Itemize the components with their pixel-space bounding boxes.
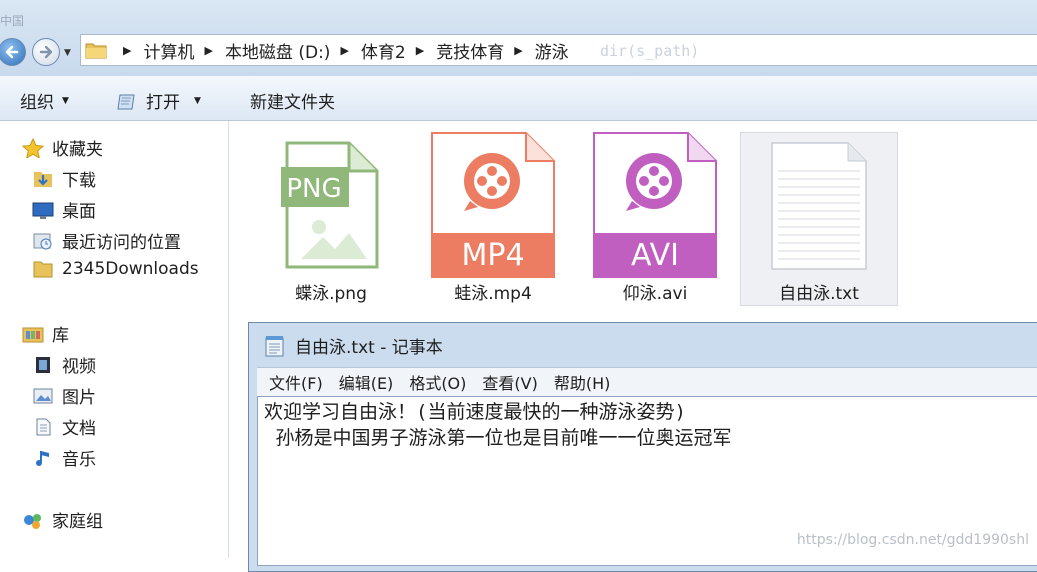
avi-file-icon: AVI <box>593 132 717 278</box>
forward-button[interactable] <box>32 38 60 66</box>
file-item-breaststroke-mp4[interactable]: MP4 蛙泳.mp4 <box>415 132 571 305</box>
breadcrumb-label: 计算机 <box>143 42 195 63</box>
command-bar: 组织 ▼ 打开 ▼ 新建文件夹 <box>0 76 1037 121</box>
sidebar-item-recent-places[interactable]: 最近访问的位置 <box>32 228 181 253</box>
new-folder-label: 新建文件夹 <box>250 93 335 113</box>
breadcrumb-label: 体育2 <box>360 42 406 63</box>
sidebar-item-downloads[interactable]: 下载 <box>32 166 96 191</box>
breadcrumb-label: 本地磁盘 (D:) <box>224 42 331 63</box>
sidebar-item-label: 最近访问的位置 <box>62 233 181 253</box>
sidebar-item-music[interactable]: 音乐 <box>32 445 96 470</box>
sidebar-item-favorites[interactable]: 收藏夹 <box>22 135 103 160</box>
sidebar-item-documents[interactable]: 文档 <box>32 414 96 439</box>
notepad-titlebar[interactable]: 自由泳.txt - 记事本 <box>263 333 443 358</box>
desktop-icon <box>32 202 54 219</box>
png-file-icon: PNG <box>281 141 379 269</box>
sidebar-item-libraries[interactable]: 库 <box>22 321 69 346</box>
sidebar-item-label: 下载 <box>62 171 96 191</box>
sidebar-item-label: 音乐 <box>62 450 96 470</box>
navigation-pane: 收藏夹 下载 桌面 最近访问的位置 2345Downloads 库 视频 图片 … <box>0 121 229 558</box>
chevron-right-icon[interactable]: ▶ <box>340 44 348 57</box>
library-icon <box>22 327 44 342</box>
notepad-menubar: 文件(F) 编辑(E) 格式(O) 查看(V) 帮助(H) <box>257 367 1037 396</box>
chevron-right-icon[interactable]: ▶ <box>514 44 522 57</box>
sidebar-item-homegroup[interactable]: 家庭组 <box>22 507 103 532</box>
sidebar-item-label: 家庭组 <box>52 512 103 532</box>
file-name: 蝶泳.png <box>295 284 367 304</box>
sidebar-item-label: 库 <box>52 326 69 346</box>
chevron-right-icon[interactable]: ▶ <box>416 44 424 57</box>
sidebar-item-label: 文档 <box>62 419 96 439</box>
arrow-left-icon <box>5 45 19 59</box>
open-menu[interactable]: 打开 ▼ <box>116 88 201 113</box>
chevron-right-icon[interactable]: ▶ <box>123 44 131 57</box>
sidebar-item-label: 桌面 <box>62 202 96 222</box>
video-library-icon <box>36 356 50 373</box>
chevron-down-icon: ▼ <box>194 95 201 106</box>
homegroup-icon <box>24 513 41 529</box>
file-item-freestyle-txt[interactable]: 自由泳.txt <box>740 132 898 306</box>
document-library-icon <box>36 418 51 435</box>
back-button[interactable] <box>0 38 26 66</box>
sidebar-item-videos[interactable]: 视频 <box>32 352 96 377</box>
notepad-icon <box>265 335 284 356</box>
breadcrumb-computer[interactable]: ▶ 计算机 <box>113 38 194 63</box>
sidebar-item-label: 图片 <box>62 388 96 408</box>
menu-file[interactable]: 文件(F) <box>269 370 323 394</box>
breadcrumb-label: 竞技体育 <box>436 42 505 63</box>
file-name: 仰泳.avi <box>622 284 688 304</box>
sidebar-item-label: 收藏夹 <box>52 140 103 160</box>
folder-icon <box>85 43 107 59</box>
recent-places-icon <box>33 233 52 249</box>
sidebar-item-desktop[interactable]: 桌面 <box>32 197 96 222</box>
breadcrumb-swimming[interactable]: ▶ 游泳 <box>504 38 568 63</box>
breadcrumb-disk-d[interactable]: ▶ 本地磁盘 (D:) <box>194 38 330 63</box>
sidebar-item-label: 2345Downloads <box>62 259 199 279</box>
menu-help[interactable]: 帮助(H) <box>554 370 611 394</box>
chevron-down-icon: ▼ <box>62 95 69 106</box>
star-icon <box>22 137 44 158</box>
new-folder-button[interactable]: 新建文件夹 <box>250 88 335 113</box>
folder-icon <box>33 261 53 278</box>
file-badge: MP4 <box>461 238 524 273</box>
file-badge: AVI <box>631 238 679 273</box>
open-label: 打开 <box>146 93 180 113</box>
text-line: 欢迎学习自由泳！(当前速度最快的一种游泳姿势) <box>264 401 686 423</box>
download-folder-icon <box>34 171 52 187</box>
sidebar-item-pictures[interactable]: 图片 <box>32 383 96 408</box>
address-bar[interactable]: ▶ 计算机 ▶ 本地磁盘 (D:) ▶ 体育2 ▶ 竞技体育 ▶ 游泳 <box>80 34 1037 66</box>
menu-view[interactable]: 查看(V) <box>482 370 537 394</box>
organize-label: 组织 <box>20 93 54 113</box>
breadcrumb-sports2[interactable]: ▶ 体育2 <box>330 38 405 63</box>
ghost-window-title: 中国 <box>0 14 25 28</box>
sidebar-item-2345downloads[interactable]: 2345Downloads <box>32 259 199 279</box>
arrow-right-icon <box>39 45 53 59</box>
breadcrumb-label: 游泳 <box>534 42 569 63</box>
text-file-icon <box>771 142 867 270</box>
file-item-butterfly-png[interactable]: PNG 蝶泳.png <box>253 133 409 305</box>
picture-library-icon <box>33 388 53 403</box>
notepad-open-icon <box>117 94 135 109</box>
organize-menu[interactable]: 组织 ▼ <box>20 88 69 113</box>
file-name: 蛙泳.mp4 <box>454 284 532 304</box>
file-name: 自由泳.txt <box>779 284 859 304</box>
mp4-file-icon: MP4 <box>431 132 555 278</box>
history-dropdown-icon[interactable]: ▼ <box>64 48 71 58</box>
file-item-backstroke-avi[interactable]: AVI 仰泳.avi <box>577 132 733 305</box>
text-line: 孙杨是中国男子游泳第一位也是目前唯一一位奥运冠军 <box>264 427 732 449</box>
music-library-icon <box>36 450 49 466</box>
breadcrumb-competitive[interactable]: ▶ 竞技体育 <box>406 38 504 63</box>
sidebar-item-label: 视频 <box>62 357 96 377</box>
notepad-title: 自由泳.txt - 记事本 <box>295 338 443 358</box>
chevron-right-icon[interactable]: ▶ <box>204 44 212 57</box>
file-badge: PNG <box>286 174 341 204</box>
menu-edit[interactable]: 编辑(E) <box>339 370 394 394</box>
address-strip: 中国 ▼ ▶ 计算机 ▶ 本地磁盘 (D:) ▶ 体育2 ▶ 竞技体育 ▶ 游泳 dir(… <box>0 0 1037 76</box>
watermark: https://blog.csdn.net/gdd1990shl <box>796 532 1029 548</box>
menu-format[interactable]: 格式(O) <box>409 370 466 394</box>
